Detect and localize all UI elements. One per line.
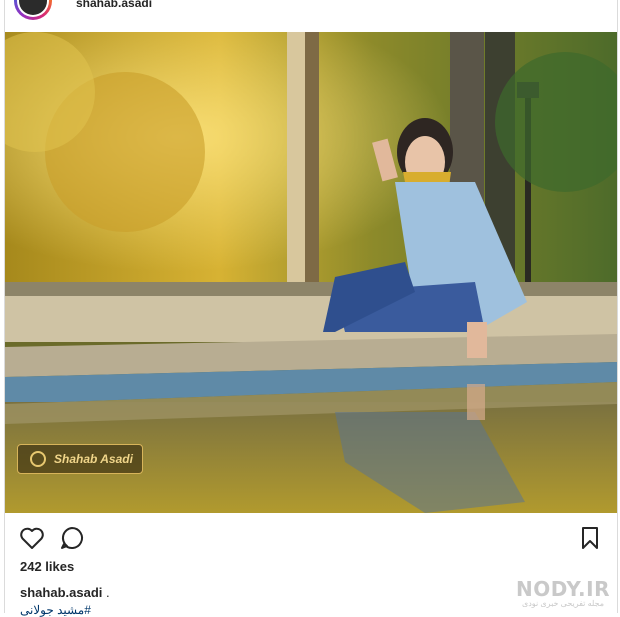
caption-text: . [102,585,110,600]
comment-icon[interactable] [58,524,86,552]
caption: shahab.asadi . [20,585,110,600]
post-photo[interactable]: Shahab Asadi [5,32,617,513]
hashtag-link[interactable]: #مشید جولانی [20,603,91,617]
watermark-logo: NODY.IR [516,577,610,601]
site-watermark: NODY.IR مجله تفریحی خبری نودی [516,577,610,608]
like-count[interactable]: 242 likes [20,559,74,574]
bookmark-icon[interactable] [576,524,604,552]
post-username[interactable]: shahab.asadi [76,0,152,10]
photo-watermark-badge: Shahab Asadi [17,444,143,474]
action-bar [0,520,620,556]
badge-logo-icon [30,451,46,467]
photo-illustration [5,32,617,513]
heart-icon[interactable] [18,524,46,552]
caption-username[interactable]: shahab.asadi [20,585,102,600]
badge-text: Shahab Asadi [54,452,133,466]
watermark-tagline: مجله تفریحی خبری نودی [521,599,605,608]
